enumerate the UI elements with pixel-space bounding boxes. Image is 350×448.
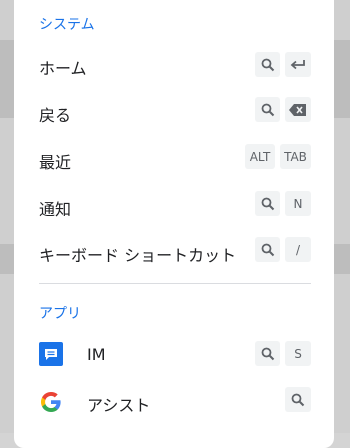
- search-icon: [261, 103, 274, 116]
- backspace-icon: [289, 103, 306, 116]
- section-title-apps: アプリ: [39, 306, 81, 322]
- shortcut-label-back: 戻る: [39, 106, 72, 125]
- key-search: [255, 341, 280, 366]
- shortcut-label-notifications: 通知: [39, 200, 72, 219]
- section-divider: [39, 283, 311, 284]
- search-icon: [261, 243, 274, 256]
- background-left-strip: [0, 0, 14, 433]
- key-n: N: [285, 191, 311, 216]
- search-icon: [291, 393, 305, 406]
- shortcut-label-home: ホーム: [39, 59, 87, 78]
- enter-icon: [290, 59, 305, 69]
- search-icon: [261, 197, 274, 210]
- key-search: [285, 387, 311, 412]
- message-app-icon: [39, 342, 63, 366]
- key-backspace: [285, 97, 311, 122]
- app-label-assistant: アシスト: [87, 396, 151, 415]
- search-icon: [261, 58, 274, 71]
- section-title-system: システム: [39, 17, 95, 33]
- shortcut-label-keyboard-shortcuts: キーボード ショートカット: [39, 246, 237, 265]
- key-alt: ALT: [245, 144, 275, 169]
- key-enter: [285, 52, 311, 77]
- key-search: [255, 191, 280, 216]
- key-search: [255, 97, 280, 122]
- shortcut-label-recents: 最近: [39, 153, 72, 172]
- background-right-strip: [334, 0, 350, 433]
- google-g-icon: [39, 390, 63, 414]
- app-label-im: IM: [87, 345, 106, 364]
- key-s: S: [285, 341, 311, 366]
- key-slash: /: [285, 237, 311, 262]
- key-tab: TAB: [280, 144, 311, 169]
- search-icon: [261, 347, 274, 360]
- key-search: [255, 52, 280, 77]
- key-search: [255, 237, 280, 262]
